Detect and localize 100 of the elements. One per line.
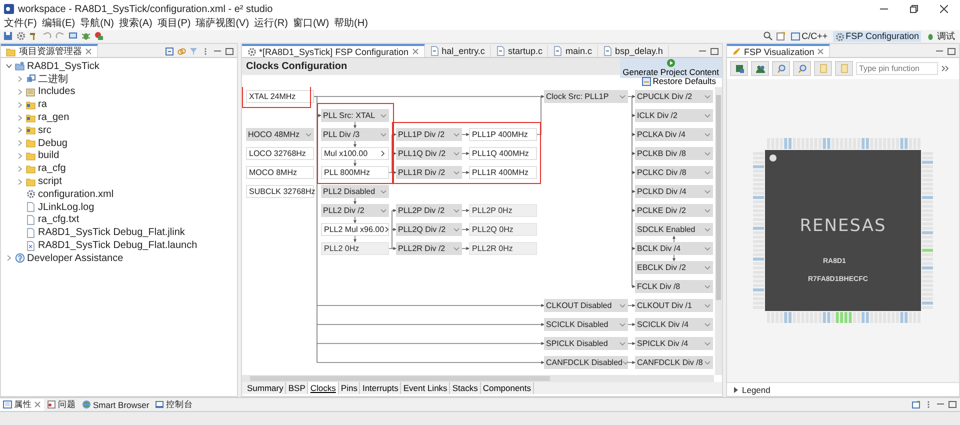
perspective-button[interactable]: C/C++: [788, 30, 830, 42]
tree-item[interactable]: RA8D1_SysTick Debug_Flat.jlink: [38, 227, 185, 238]
clock-dropdown[interactable]: PLL Src: XTAL: [321, 109, 389, 122]
tree-item[interactable]: RA8D1_SysTick Debug_Flat.launch: [38, 240, 198, 252]
clock-dropdown[interactable]: PCLKE Div /2: [635, 204, 713, 217]
page-tab[interactable]: Clocks: [308, 382, 339, 394]
multiplier-field[interactable]: PLL2 Mul x96.00: [321, 223, 389, 236]
page-tab[interactable]: Summary: [245, 382, 286, 394]
close-icon[interactable]: [940, 5, 948, 13]
tree-item[interactable]: src: [38, 124, 52, 136]
view-tab[interactable]: Smart Browser: [79, 400, 152, 410]
tree-item[interactable]: ra_cfg: [38, 163, 66, 174]
view-tab[interactable]: 问题: [44, 398, 79, 410]
page-tab[interactable]: Interrupts: [360, 382, 402, 394]
menu-item[interactable]: 运行(R): [254, 18, 288, 30]
tree-item[interactable]: configuration.xml: [38, 188, 114, 200]
tree-item[interactable]: Includes: [38, 86, 76, 98]
tree-item[interactable]: JLinkLog.log: [38, 202, 94, 213]
clock-dropdown[interactable]: SDCLK Enabled: [635, 223, 713, 236]
clock-dropdown[interactable]: SPICLK Disabled: [544, 337, 628, 350]
export-button[interactable]: [730, 61, 748, 76]
clock-dropdown[interactable]: BCLK Div /4: [635, 242, 713, 255]
clock-dropdown[interactable]: PLL1R Div /2: [396, 166, 462, 179]
generate-button[interactable]: Generate Project Content: [620, 58, 722, 78]
gear-icon[interactable]: [16, 31, 26, 41]
page-tab[interactable]: Pins: [338, 382, 360, 394]
view-tab[interactable]: 控制台: [152, 398, 196, 410]
maximize-icon[interactable]: [948, 400, 957, 409]
scrollbar[interactable]: [242, 375, 714, 382]
scrollbar[interactable]: [715, 87, 722, 375]
clock-dropdown[interactable]: CPUCLK Div /2: [635, 90, 713, 103]
clock-dropdown[interactable]: PLL2R Div /2: [396, 242, 462, 255]
perspective-button[interactable]: 调试: [924, 30, 957, 42]
clock-dropdown[interactable]: PLL Div /3: [321, 128, 389, 141]
maximize-icon[interactable]: [225, 46, 234, 56]
tree-item[interactable]: Debug: [38, 138, 68, 149]
clock-dropdown[interactable]: FCLK Div /8: [635, 280, 713, 293]
editor-tab[interactable]: main.c: [548, 45, 598, 57]
view-tab[interactable]: 项目资源管理器: [1, 44, 98, 57]
clock-dropdown[interactable]: HOCO 48MHz: [246, 128, 314, 141]
clock-dropdown[interactable]: PLL1P Div /2: [396, 128, 462, 141]
menu-item[interactable]: 编辑(E): [42, 18, 76, 30]
clock-dropdown[interactable]: PCLKD Div /4: [635, 185, 713, 198]
multiplier-field[interactable]: Mul x100.00: [321, 147, 389, 160]
page-tab[interactable]: Components: [480, 382, 534, 394]
clock-dropdown[interactable]: PCLKC Div /8: [635, 166, 713, 179]
legend-label[interactable]: Legend: [742, 384, 770, 394]
expand-arrow-icon[interactable]: [733, 386, 739, 392]
clock-dropdown[interactable]: PCLKA Div /4: [635, 128, 713, 141]
clock-dropdown[interactable]: EBCLK Div /2: [635, 261, 713, 274]
page-tab[interactable]: Stacks: [450, 382, 481, 394]
tree-item[interactable]: Developer Assistance: [27, 252, 124, 264]
people-button[interactable]: [751, 61, 769, 76]
collapse-icon[interactable]: [165, 46, 174, 56]
tree-item[interactable]: script: [38, 176, 62, 188]
clock-dropdown[interactable]: CLKOUT Disabled: [544, 299, 628, 312]
tree-item[interactable]: ra_gen: [38, 112, 70, 124]
redo-icon[interactable]: [55, 31, 65, 41]
monitor-icon[interactable]: [68, 31, 78, 41]
editor-tab[interactable]: *[RA8D1_SysTick] FSP Configuration: [242, 44, 425, 57]
page-tab[interactable]: Event Links: [401, 382, 450, 394]
menu-item[interactable]: 导航(N): [80, 18, 114, 30]
perspective-button[interactable]: FSP Configuration: [832, 30, 921, 42]
tree-item[interactable]: ra: [38, 99, 47, 110]
chevron-double-right-icon[interactable]: [941, 65, 949, 72]
clock-dropdown[interactable]: PLL1Q Div /2: [396, 147, 462, 160]
clock-dropdown[interactable]: PCLKB Div /8: [635, 147, 713, 160]
menu-item[interactable]: 搜索(A): [119, 18, 152, 30]
tree-item[interactable]: ra_cfg.txt: [38, 214, 80, 226]
clock-dropdown[interactable]: PLL2P Div /2: [396, 204, 462, 217]
link-icon[interactable]: [177, 46, 186, 56]
clock-dropdown[interactable]: PLL2Q Div /2: [396, 223, 462, 236]
menu-item[interactable]: 窗口(W): [292, 18, 330, 30]
tree-item[interactable]: RA8D1_SysTick: [27, 60, 100, 72]
zoom-in-button[interactable]: [772, 61, 790, 76]
clock-dropdown[interactable]: Clock Src: PLL1P: [544, 90, 628, 103]
search-icon[interactable]: [762, 31, 773, 41]
editor-tab[interactable]: hal_entry.c: [424, 45, 491, 57]
open-perspective-icon[interactable]: [776, 31, 786, 41]
clock-dropdown[interactable]: CANFDCLK Div /8: [635, 356, 713, 369]
maximize-icon[interactable]: [947, 46, 956, 56]
editor-tab[interactable]: startup.c: [490, 45, 548, 57]
clock-dropdown[interactable]: PLL2 Disabled: [321, 185, 389, 198]
menu-item[interactable]: 帮助(H): [334, 18, 368, 30]
editor-tab[interactable]: bsp_delay.h: [598, 45, 669, 57]
restore-defaults-button[interactable]: Restore Defaults: [642, 75, 716, 87]
pin-search-field[interactable]: Type pin function: [856, 62, 938, 75]
clock-dropdown[interactable]: SPICLK Div /4: [635, 337, 713, 350]
clock-dropdown[interactable]: CANFDCLK Disabled: [544, 356, 628, 369]
save-icon[interactable]: [3, 31, 13, 41]
clock-dropdown[interactable]: CLKOUT Div /1: [635, 299, 713, 312]
clock-dropdown[interactable]: PLL2 Div /2: [321, 204, 389, 217]
maximize-icon[interactable]: [710, 46, 719, 56]
clock-dropdown[interactable]: SCICLK Div /4: [635, 318, 713, 331]
view-tab[interactable]: FSP Visualization: [727, 44, 830, 57]
open-console-icon[interactable]: [912, 400, 921, 409]
clock-dropdown[interactable]: ICLK Div /2: [635, 109, 713, 122]
tree-item[interactable]: build: [38, 150, 60, 162]
restore-icon[interactable]: [910, 5, 918, 13]
menu-item[interactable]: 瑞萨视图(V): [196, 18, 250, 30]
